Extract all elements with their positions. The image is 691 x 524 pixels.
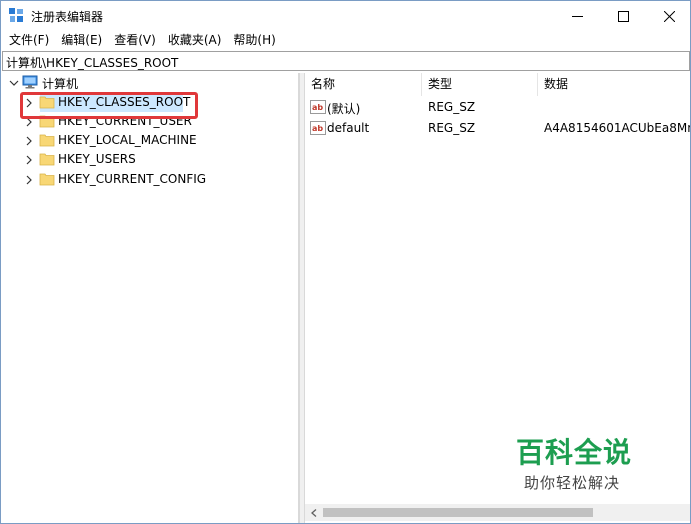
value-name: default [327,121,370,135]
menu-favorites[interactable]: 收藏夹(A) [162,31,228,50]
column-header-name[interactable]: 名称 [305,73,422,96]
folder-icon [39,134,55,147]
menu-help[interactable]: 帮助(H) [227,31,281,50]
string-value-icon: ab [310,121,326,135]
menu-view[interactable]: 查看(V) [108,31,162,50]
watermark-subtitle: 助你轻松解决 [524,474,621,492]
tree-item-hkey-current-config[interactable]: HKEY_CURRENT_CONFIG [2,170,299,189]
annotation-highlight-box [20,92,198,119]
title-bar: 注册表编辑器 [1,1,690,31]
list-header: 名称 类型 数据 [305,73,690,96]
svg-text:ab: ab [312,103,323,112]
tree-item-hkey-local-machine[interactable]: HKEY_LOCAL_MACHINE [2,131,299,150]
list-item[interactable]: ab (默认) REG_SZ [305,97,690,117]
tree-item-computer[interactable]: 计算机 [2,73,299,92]
svg-text:ab: ab [312,124,323,133]
menu-file[interactable]: 文件(F) [3,31,55,50]
value-name: (默认) [327,102,361,116]
tree-item-label: HKEY_CURRENT_CONFIG [58,172,207,186]
regedit-app-icon [9,8,23,22]
window-title: 注册表编辑器 [31,10,104,24]
registry-editor-window: 注册表编辑器 文件(F) 编辑(E) 查看(V) 收藏夹(A) 帮助(H) 计算… [0,0,691,524]
column-header-type[interactable]: 类型 [422,73,538,96]
maximize-icon [617,10,629,22]
address-bar[interactable]: 计算机\HKEY_CLASSES_ROOT [2,51,690,71]
chevron-down-icon[interactable] [9,78,19,88]
address-path: 计算机\HKEY_CLASSES_ROOT [6,56,179,70]
tree-item-hkey-users[interactable]: HKEY_USERS [2,150,299,169]
close-icon [663,10,675,22]
tree-item-label: 计算机 [42,77,79,91]
list-item[interactable]: ab default REG_SZ A4A8154601ACUbEa8Mm [305,118,690,138]
menu-bar: 文件(F) 编辑(E) 查看(V) 收藏夹(A) 帮助(H) [1,31,690,50]
string-value-icon: ab [310,100,326,114]
scrollbar-thumb[interactable] [323,508,593,517]
values-list-pane[interactable]: 名称 类型 数据 ab (默认) REG_SZ ab default REG_S… [305,73,690,523]
tree-item-label: HKEY_USERS [58,152,136,166]
horizontal-scrollbar[interactable] [305,504,690,521]
minimize-button[interactable] [554,1,600,31]
chevron-right-icon[interactable] [24,155,34,165]
chevron-right-icon[interactable] [24,136,34,146]
value-data: A4A8154601ACUbEa8Mm [544,121,690,135]
close-button[interactable] [646,1,691,31]
scroll-left-button[interactable] [305,504,322,521]
chevron-left-icon [310,508,316,517]
tree-item-label: HKEY_LOCAL_MACHINE [58,133,197,147]
chevron-right-icon[interactable] [24,175,34,185]
folder-icon [39,153,55,166]
column-header-data[interactable]: 数据 [538,73,690,96]
value-type: REG_SZ [428,121,476,135]
menu-edit[interactable]: 编辑(E) [55,31,108,50]
key-tree-pane[interactable]: 计算机 HKEY_CLASSES_ROOT HKEY_CURRENT_USER [2,73,299,523]
folder-icon [39,173,55,186]
computer-icon [22,75,38,89]
maximize-button[interactable] [600,1,646,31]
value-type: REG_SZ [428,100,476,114]
minimize-icon [571,15,583,17]
watermark-title: 百科全说 [516,436,633,469]
